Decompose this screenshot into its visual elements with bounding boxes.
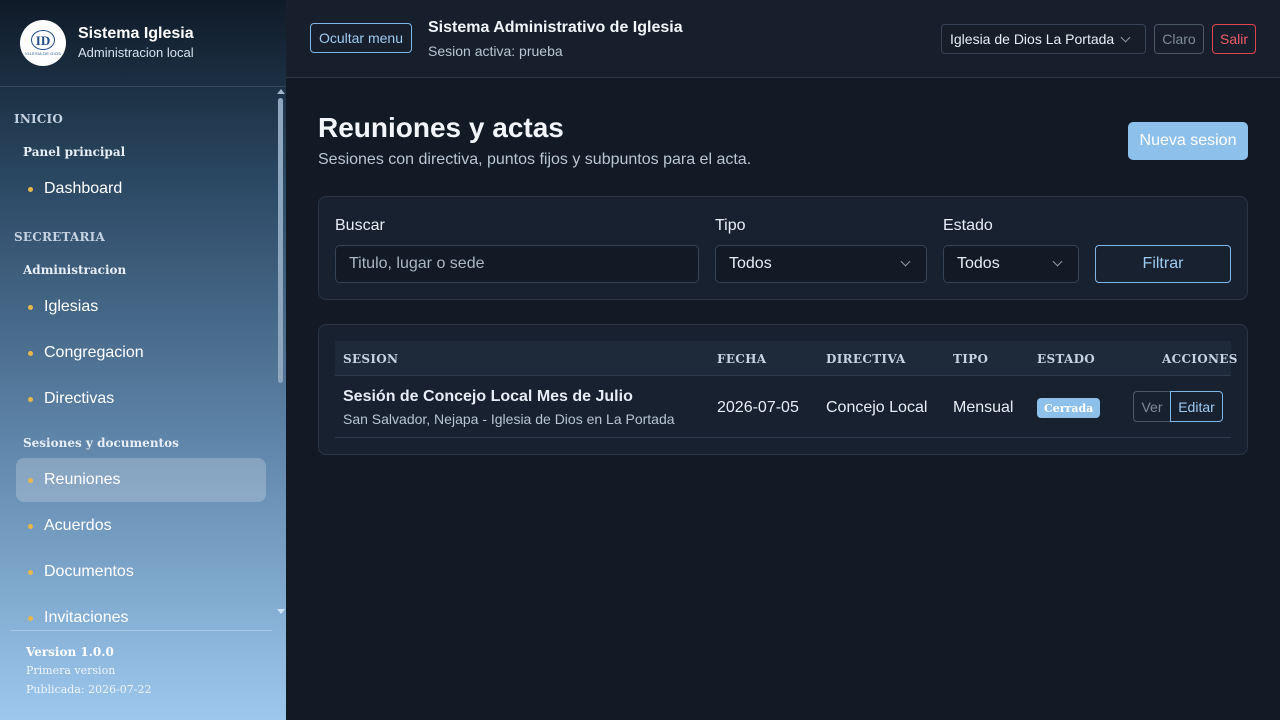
session-title: Sesión de Concejo Local Mes de Julio (343, 388, 633, 405)
view-button[interactable]: Ver (1133, 391, 1170, 422)
sidebar-item-label: Directivas (44, 390, 115, 407)
nav-group-sesiones: Sesiones y documentos (23, 436, 179, 450)
sidebar-item-label: Invitaciones (44, 609, 129, 626)
type-select-value: Todos (729, 255, 772, 272)
church-logo: ID IGLESIA DE DIOS (20, 20, 66, 66)
toggle-menu-button[interactable]: Ocultar menu (310, 23, 412, 53)
bullet-icon (28, 186, 33, 192)
column-header-directiva: DIRECTIVA (826, 352, 906, 366)
status-select[interactable]: Todos (943, 245, 1079, 283)
status-badge: Cerrada (1037, 398, 1101, 418)
nav-group-panel: Panel principal (23, 145, 126, 159)
bullet-icon (28, 477, 33, 483)
filter-card: Buscar Titulo, lugar o sede Tipo Todos E… (318, 196, 1248, 300)
chevron-down-icon (1120, 32, 1131, 43)
row-actions: Ver Editar (1133, 391, 1223, 422)
type-label: Tipo (715, 217, 746, 234)
status-label: Estado (943, 217, 993, 234)
sidebar-item-dashboard[interactable]: Dashboard (16, 167, 266, 211)
column-header-acciones: ACCIONES (1162, 352, 1238, 366)
sidebar-item-documentos[interactable]: Documentos (16, 550, 266, 594)
sidebar-scrollbar[interactable] (276, 88, 286, 618)
edit-button[interactable]: Editar (1170, 391, 1223, 422)
version-info: Version 1.0.0 Primera version Publicada:… (10, 630, 272, 720)
sidebar-item-label: Congregacion (44, 344, 144, 361)
column-header-tipo: TIPO (953, 352, 989, 366)
column-header-fecha: FECHA (717, 352, 767, 366)
bullet-icon (28, 523, 33, 529)
sidebar-nav: INICIO Panel principal Dashboard SECRETA… (0, 88, 276, 626)
scrollbar-thumb[interactable] (278, 98, 283, 383)
sidebar-item-label: Iglesias (44, 298, 99, 315)
nav-group-administracion: Administracion (23, 263, 127, 277)
scroll-up-arrow-icon[interactable] (277, 89, 285, 94)
type-select[interactable]: Todos (715, 245, 927, 283)
table-header: SESION FECHA DIRECTIVA TIPO ESTADO ACCIO… (335, 341, 1237, 376)
sidebar-item-label: Acuerdos (44, 517, 112, 534)
chevron-down-icon (1052, 256, 1063, 267)
search-label: Buscar (335, 217, 385, 234)
page-title: Reuniones y actas (318, 112, 564, 143)
sessions-table-card: SESION FECHA DIRECTIVA TIPO ESTADO ACCIO… (318, 324, 1248, 455)
scroll-down-arrow-icon[interactable] (277, 609, 285, 614)
session-date: 2026-07-05 (717, 399, 799, 416)
nav-section-inicio: INICIO (14, 112, 64, 126)
filter-button[interactable]: Filtrar (1095, 245, 1231, 283)
bullet-icon (28, 569, 33, 575)
sidebar-item-congregacion[interactable]: Congregacion (16, 331, 266, 375)
chevron-down-icon (900, 256, 911, 267)
version-published: Publicada: 2026-07-22 (26, 683, 152, 696)
brand-header: ID IGLESIA DE DIOS Sistema Iglesia Admin… (0, 0, 286, 87)
sidebar: ID IGLESIA DE DIOS Sistema Iglesia Admin… (0, 0, 286, 720)
session-status: Sesion activa: prueba (428, 43, 563, 59)
bullet-icon (28, 615, 33, 621)
search-input[interactable]: Titulo, lugar o sede (335, 245, 699, 283)
sidebar-item-acuerdos[interactable]: Acuerdos (16, 504, 266, 548)
nav-section-secretaria: SECRETARIA (14, 230, 105, 244)
bullet-icon (28, 396, 33, 402)
session-place: San Salvador, Nejapa - Iglesia de Dios e… (343, 411, 675, 427)
bullet-icon (28, 304, 33, 310)
column-header-estado: ESTADO (1037, 352, 1096, 366)
app-title: Sistema Administrativo de Iglesia (428, 19, 683, 36)
theme-toggle-button[interactable]: Claro (1154, 24, 1204, 54)
sidebar-item-label: Reuniones (44, 471, 121, 488)
sidebar-item-iglesias[interactable]: Iglesias (16, 285, 266, 329)
logout-button[interactable]: Salir (1212, 24, 1256, 54)
sidebar-item-label: Dashboard (44, 180, 123, 197)
status-select-value: Todos (957, 255, 1000, 272)
sidebar-item-label: Documentos (44, 563, 134, 580)
session-board: Concejo Local (826, 399, 928, 416)
version-title: Version 1.0.0 (26, 645, 114, 659)
logo-mark: ID (31, 30, 55, 50)
brand-subtitle: Administracion local (78, 45, 194, 60)
column-header-sesion: SESION (343, 352, 399, 366)
sidebar-item-reuniones[interactable]: Reuniones (16, 458, 266, 502)
logo-subtext: IGLESIA DE DIOS (25, 51, 61, 56)
bullet-icon (28, 350, 33, 356)
top-bar: Ocultar menu Sistema Administrativo de I… (286, 0, 1280, 78)
page-subtitle: Sesiones con directiva, puntos fijos y s… (318, 151, 752, 168)
new-session-button[interactable]: Nueva sesion (1128, 122, 1248, 160)
search-placeholder: Titulo, lugar o sede (349, 255, 485, 272)
church-select-value: Iglesia de Dios La Portada (950, 31, 1115, 47)
session-type: Mensual (953, 399, 1014, 416)
table-row: Sesión de Concejo Local Mes de Julio San… (335, 376, 1231, 438)
church-select[interactable]: Iglesia de Dios La Portada (941, 24, 1146, 54)
brand-title: Sistema Iglesia (78, 25, 194, 42)
version-description: Primera version (26, 664, 116, 677)
sidebar-item-directivas[interactable]: Directivas (16, 377, 266, 421)
